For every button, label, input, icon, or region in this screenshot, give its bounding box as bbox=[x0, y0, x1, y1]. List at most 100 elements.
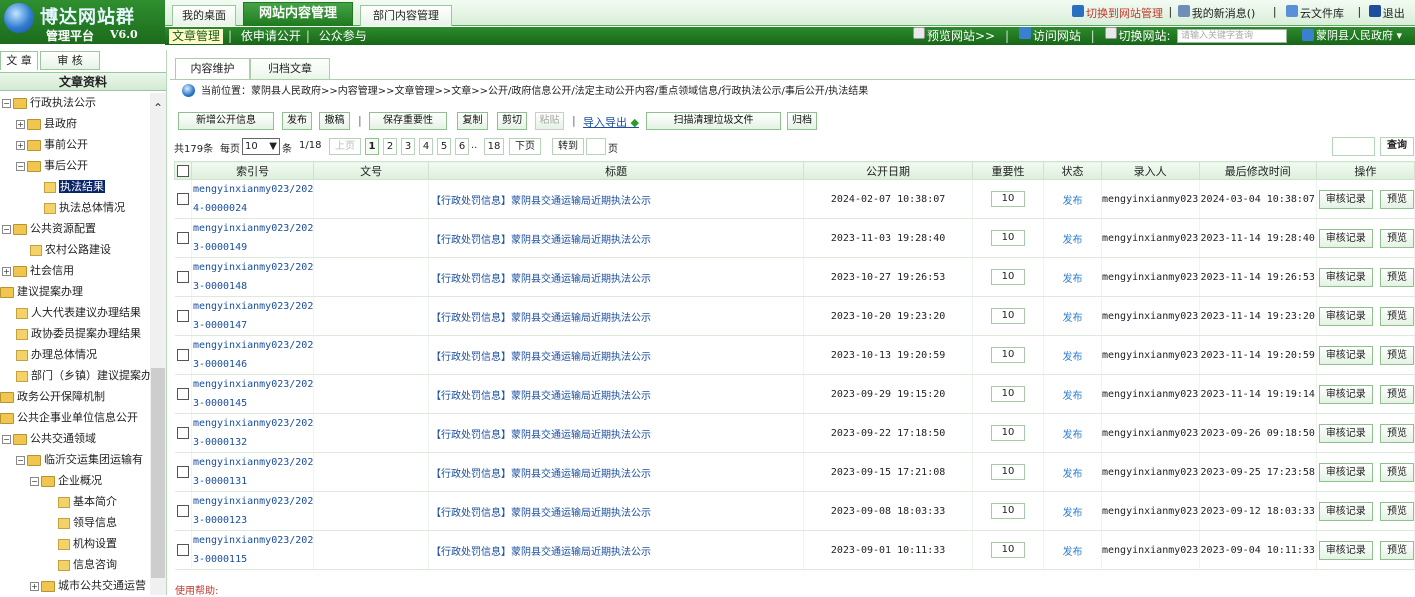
importance-input[interactable]: 10 bbox=[991, 191, 1026, 207]
import-export-link[interactable]: 导入导出 ◆ bbox=[583, 114, 639, 130]
review-record-button[interactable]: 审核记录 bbox=[1318, 540, 1373, 560]
tree-node[interactable]: − 行政执法公示 bbox=[2, 93, 96, 113]
subnav-article-manage[interactable]: 文章管理 bbox=[169, 29, 224, 44]
paste-button[interactable]: 粘贴 bbox=[535, 112, 564, 130]
review-record-button[interactable]: 审核记录 bbox=[1318, 384, 1373, 404]
importance-input[interactable]: 10 bbox=[991, 542, 1026, 558]
review-record-button[interactable]: 审核记录 bbox=[1318, 306, 1373, 326]
tab-my-desktop[interactable]: 我的桌面 bbox=[172, 5, 236, 26]
tree-node[interactable]: 办理总体情况 bbox=[16, 345, 97, 365]
collapse-icon[interactable]: − bbox=[30, 476, 39, 486]
tree-node[interactable]: 部门（乡镇）建议提案办理 bbox=[16, 366, 150, 386]
preview-button[interactable]: 预览 bbox=[1380, 306, 1414, 326]
messages-link[interactable]: 我的新消息() bbox=[1177, 5, 1255, 21]
withdraw-button[interactable]: 撤稿 bbox=[319, 112, 350, 130]
index-number[interactable]: mengyinxianmy023/202 3-0000149 bbox=[191, 218, 315, 258]
tree-node[interactable]: + 城市公共交通运营 bbox=[30, 576, 146, 595]
logout-link[interactable]: 退出 bbox=[1368, 5, 1405, 21]
article-title-link[interactable]: 【行政处罚信息】蒙阴县交通运输局近期执法公示 bbox=[428, 296, 805, 336]
article-title-link[interactable]: 【行政处罚信息】蒙阴县交通运输局近期执法公示 bbox=[428, 179, 805, 219]
row-checkbox[interactable] bbox=[176, 388, 189, 400]
index-number[interactable]: mengyinxianmy023/202 3-0000145 bbox=[191, 374, 315, 414]
query-input[interactable] bbox=[1332, 137, 1375, 156]
index-number[interactable]: mengyinxianmy023/202 3-0000147 bbox=[191, 296, 315, 336]
copy-button[interactable]: 复制 bbox=[457, 112, 488, 130]
preview-button[interactable]: 预览 bbox=[1380, 540, 1414, 560]
index-number[interactable]: mengyinxianmy023/202 3-0000123 bbox=[191, 491, 315, 531]
index-number[interactable]: mengyinxianmy023/202 3-0000148 bbox=[191, 257, 315, 297]
tree-node[interactable]: 公共企事业单位信息公开 bbox=[0, 408, 138, 428]
expand-icon[interactable]: + bbox=[16, 119, 25, 129]
review-record-button[interactable]: 审核记录 bbox=[1318, 501, 1373, 521]
preview-button[interactable]: 预览 bbox=[1380, 228, 1414, 248]
collapse-icon[interactable]: − bbox=[16, 161, 25, 171]
preview-button[interactable]: 预览 bbox=[1380, 423, 1414, 443]
tree-node[interactable]: 政协委员提案办理结果 bbox=[16, 324, 141, 344]
preview-button[interactable]: 预览 bbox=[1380, 189, 1414, 209]
site-select[interactable]: 蒙阴县人民政府 ▾ bbox=[1302, 27, 1402, 45]
tree-node[interactable]: − 公共交通领域 bbox=[2, 429, 96, 449]
review-record-button[interactable]: 审核记录 bbox=[1318, 267, 1373, 287]
tree-node[interactable]: 政务公开保障机制 bbox=[0, 387, 105, 407]
chevron-up-icon[interactable]: ⌃ bbox=[150, 101, 166, 115]
preview-button[interactable]: 预览 bbox=[1380, 462, 1414, 482]
index-number[interactable]: mengyinxianmy023/202 3-0000115 bbox=[191, 530, 315, 570]
index-number[interactable]: mengyinxianmy023/202 3-0000146 bbox=[191, 335, 315, 375]
tree-node[interactable]: − 临沂交运集团运输有 bbox=[16, 450, 143, 470]
tree-node[interactable]: + 社会信用 bbox=[2, 261, 74, 281]
goto-page-button[interactable]: 转到 bbox=[552, 138, 584, 155]
review-record-button[interactable]: 审核记录 bbox=[1318, 228, 1373, 248]
importance-input[interactable]: 10 bbox=[991, 230, 1026, 246]
page-link[interactable]: 3 bbox=[401, 138, 415, 155]
tree-node-selected[interactable]: 执法结果 bbox=[44, 177, 105, 197]
preview-site-link[interactable]: 预览网站>> bbox=[913, 27, 995, 45]
row-checkbox[interactable] bbox=[176, 349, 189, 361]
add-public-info-button[interactable]: 新增公开信息 bbox=[178, 112, 274, 130]
review-record-button[interactable]: 审核记录 bbox=[1318, 423, 1373, 443]
collapse-icon[interactable]: − bbox=[2, 224, 11, 234]
importance-input[interactable]: 10 bbox=[991, 464, 1026, 480]
article-title-link[interactable]: 【行政处罚信息】蒙阴县交通运输局近期执法公示 bbox=[428, 335, 805, 375]
row-checkbox[interactable] bbox=[176, 505, 189, 517]
tree-node[interactable]: 领导信息 bbox=[58, 513, 117, 533]
review-record-button[interactable]: 审核记录 bbox=[1318, 345, 1373, 365]
scrollbar-thumb[interactable] bbox=[151, 368, 165, 578]
tree-node[interactable]: 执法总体情况 bbox=[44, 198, 125, 218]
review-record-button[interactable]: 审核记录 bbox=[1318, 189, 1373, 209]
next-page-button[interactable]: 下页 bbox=[509, 138, 541, 155]
save-importance-button[interactable]: 保存重要性 bbox=[369, 112, 447, 130]
article-title-link[interactable]: 【行政处罚信息】蒙阴县交通运输局近期执法公示 bbox=[428, 491, 805, 531]
article-title-link[interactable]: 【行政处罚信息】蒙阴县交通运输局近期执法公示 bbox=[428, 530, 805, 570]
article-title-link[interactable]: 【行政处罚信息】蒙阴县交通运输局近期执法公示 bbox=[428, 374, 805, 414]
tree-node[interactable]: 机构设置 bbox=[58, 534, 117, 554]
collapse-icon[interactable]: − bbox=[2, 434, 11, 444]
collapse-icon[interactable]: − bbox=[16, 455, 25, 465]
tree-node[interactable]: 人大代表建议办理结果 bbox=[16, 303, 141, 323]
cloud-link[interactable]: 云文件库 bbox=[1286, 5, 1344, 21]
index-number[interactable]: mengyinxianmy023/202 4-0000024 bbox=[191, 179, 315, 219]
importance-input[interactable]: 10 bbox=[991, 308, 1026, 324]
expand-icon[interactable]: + bbox=[30, 581, 39, 591]
sidebar-tab-review[interactable]: 审 核 bbox=[40, 51, 100, 70]
subnav-public-participation[interactable]: 公众参与 bbox=[319, 27, 367, 45]
select-all-checkbox[interactable] bbox=[176, 165, 189, 177]
tree-node[interactable]: 建议提案办理 bbox=[0, 282, 83, 302]
collapse-icon[interactable]: − bbox=[2, 98, 11, 108]
importance-input[interactable]: 10 bbox=[991, 386, 1026, 402]
index-number[interactable]: mengyinxianmy023/202 3-0000131 bbox=[191, 452, 315, 492]
row-checkbox[interactable] bbox=[176, 427, 189, 439]
review-record-button[interactable]: 审核记录 bbox=[1318, 462, 1373, 482]
per-page-select[interactable]: 10 ▼ bbox=[242, 138, 280, 155]
tab-dept-content[interactable]: 部门内容管理 bbox=[360, 5, 452, 26]
tree-node[interactable]: − 事后公开 bbox=[16, 156, 88, 176]
row-checkbox[interactable] bbox=[176, 193, 189, 205]
tree-node[interactable]: + 事前公开 bbox=[16, 135, 88, 155]
page-link[interactable]: 5 bbox=[437, 138, 451, 155]
importance-input[interactable]: 10 bbox=[991, 347, 1026, 363]
tree-node[interactable]: 基本简介 bbox=[58, 492, 117, 512]
page-link[interactable]: 6 bbox=[455, 138, 469, 155]
article-title-link[interactable]: 【行政处罚信息】蒙阴县交通运输局近期执法公示 bbox=[428, 452, 805, 492]
page-link[interactable]: 18 bbox=[484, 138, 504, 155]
row-checkbox[interactable] bbox=[176, 310, 189, 322]
sidebar-scrollbar[interactable]: ⌃ bbox=[150, 93, 166, 595]
